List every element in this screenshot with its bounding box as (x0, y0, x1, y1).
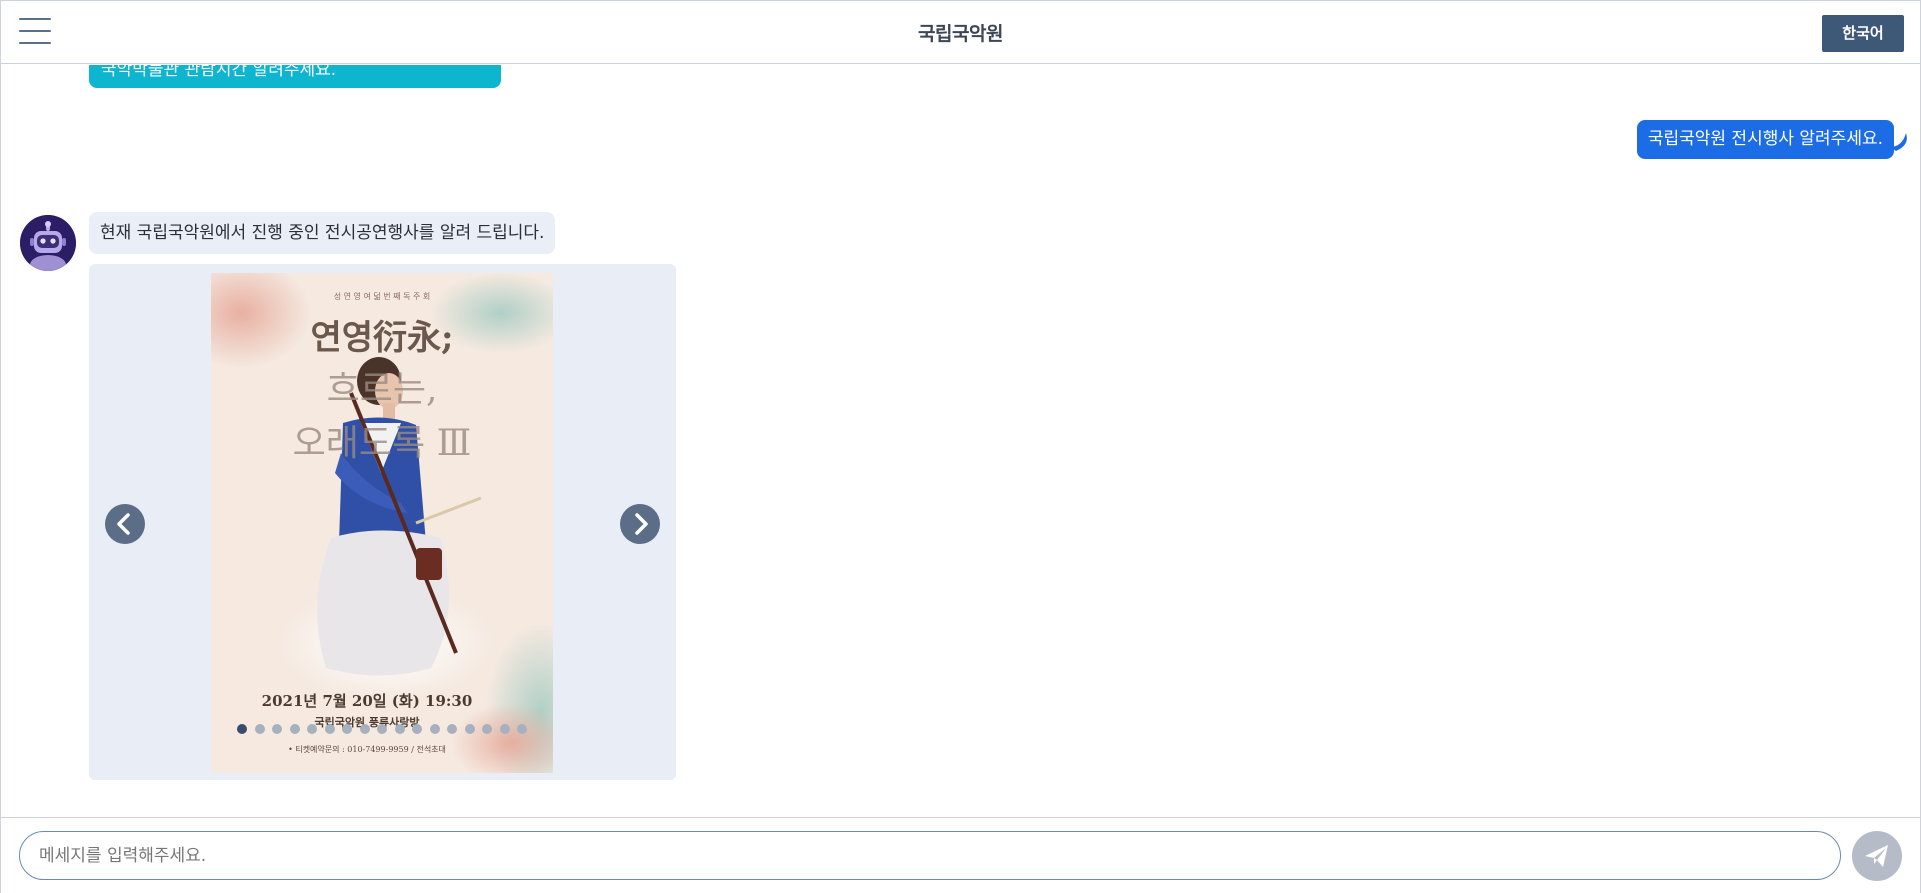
bubble-tail-icon (1890, 133, 1907, 151)
event-poster-image[interactable]: 성 연 영 여 덟 번 째 독 주 회 연영衍永; 흐르는, 오래도록 Ⅲ 20… (211, 273, 553, 773)
carousel-dot[interactable] (272, 724, 282, 734)
poster-top-caption: 성 연 영 여 덟 번 째 독 주 회 (334, 291, 431, 301)
carousel-dot[interactable] (447, 724, 457, 734)
carousel-dot[interactable] (289, 724, 300, 734)
carousel-dot[interactable] (499, 724, 510, 734)
chevron-left-icon (117, 513, 130, 535)
bot-message-bubble: 현재 국립국악원에서 진행 중인 전시공연행사를 알려 드립니다. (89, 212, 556, 254)
carousel-dot[interactable] (464, 724, 475, 734)
carousel-dot[interactable] (394, 724, 405, 734)
carousel-prev-button[interactable] (105, 504, 145, 544)
carousel-pagination (237, 724, 527, 736)
send-button[interactable] (1852, 831, 1902, 881)
carousel-dot[interactable] (342, 724, 352, 734)
poster-title-line1: 연영衍永; (310, 318, 453, 358)
page-title: 국립국악원 (918, 23, 1003, 45)
poster-date: 2021년 7월 20일 (화) 19:30 (262, 692, 473, 710)
message-input-bar (1, 817, 1920, 893)
event-carousel[interactable]: 성 연 영 여 덟 번 째 독 주 회 연영衍永; 흐르는, 오래도록 Ⅲ 20… (89, 264, 676, 780)
poster-ticket-info: • 티켓예약문의 : 010-7499-9959 / 전석초대 (288, 744, 446, 754)
poster-title-line3: 오래도록 Ⅲ (293, 423, 472, 464)
carousel-next-button[interactable] (620, 504, 660, 544)
carousel-dot[interactable] (307, 724, 317, 734)
carousel-dot[interactable] (412, 724, 422, 734)
carousel-dot[interactable] (324, 724, 335, 734)
user-message-bubble: 국립국악원 전시행사 알려주세요. (1636, 120, 1894, 159)
carousel-dot[interactable] (517, 724, 527, 734)
paper-plane-icon (1865, 845, 1888, 867)
message-input[interactable] (19, 831, 1841, 880)
chevron-right-icon (635, 513, 648, 535)
previous-bot-message: 국악박물관 관람시간 알려주세요. (89, 65, 501, 88)
carousel-dot[interactable] (377, 724, 387, 734)
app-header: 국립국악원 한국어 (1, 1, 1920, 64)
carousel-dot[interactable] (482, 724, 492, 734)
carousel-dot[interactable] (254, 724, 265, 734)
chat-area[interactable]: 국악박물관 관람시간 알려주세요. 국립국악원 전시행사 알려주세요. 현재 국… (1, 65, 1920, 817)
poster-title-line2: 흐르는, (327, 369, 438, 410)
carousel-dot[interactable] (359, 724, 370, 734)
carousel-dot[interactable] (237, 724, 247, 734)
robot-avatar-icon (20, 215, 76, 271)
language-select-button[interactable]: 한국어 (1822, 15, 1904, 52)
carousel-dot[interactable] (429, 724, 440, 734)
